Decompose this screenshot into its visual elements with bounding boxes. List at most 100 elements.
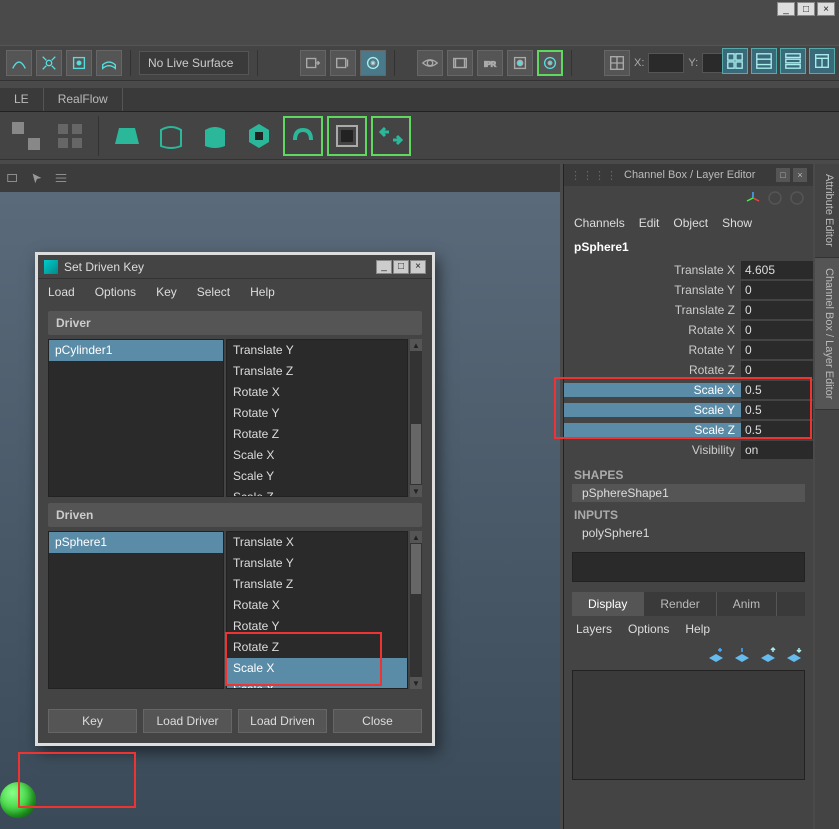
fluid-playback-icon[interactable] xyxy=(327,116,367,156)
window-max-button[interactable]: □ xyxy=(797,2,815,16)
list-item[interactable]: Translate Z xyxy=(227,361,407,382)
render-icon[interactable] xyxy=(507,50,533,76)
channel-value-input[interactable] xyxy=(741,301,813,319)
load-driver-button[interactable]: Load Driver xyxy=(143,709,232,733)
channel-value-input[interactable] xyxy=(741,281,813,299)
scroll-thumb[interactable] xyxy=(411,544,421,594)
channel-value-input[interactable] xyxy=(741,341,813,359)
menu-select[interactable]: Select xyxy=(197,285,230,299)
scroll-up-icon[interactable]: ▲ xyxy=(410,339,422,351)
load-driven-button[interactable]: Load Driven xyxy=(238,709,327,733)
live-surface-field[interactable]: No Live Surface xyxy=(139,51,249,75)
fluid-container-icon[interactable] xyxy=(151,116,191,156)
tab-anim[interactable]: Anim xyxy=(717,592,777,616)
menu-object[interactable]: Object xyxy=(673,216,708,230)
channel-value-input[interactable] xyxy=(741,261,813,279)
render-target-icon[interactable] xyxy=(537,50,563,76)
fluid-connect-icon[interactable] xyxy=(283,116,323,156)
key-button[interactable]: Key xyxy=(48,709,137,733)
channel-label[interactable]: Scale Y xyxy=(564,403,741,417)
tab-render[interactable]: Render xyxy=(644,592,716,616)
channel-label[interactable]: Rotate X xyxy=(564,323,741,337)
list-item[interactable]: Translate Y xyxy=(227,553,407,574)
scroll-up-icon[interactable]: ▲ xyxy=(410,531,422,543)
menu-channels[interactable]: Channels xyxy=(574,216,625,230)
object-name[interactable]: pSphere1 xyxy=(564,236,813,258)
menu-load[interactable]: Load xyxy=(48,285,75,299)
scrollbar[interactable]: ▲ ▼ xyxy=(410,531,422,689)
eye-icon[interactable] xyxy=(417,50,443,76)
driver-attr-list[interactable]: Translate YTranslate ZRotate XRotate YRo… xyxy=(226,339,408,497)
list-item[interactable]: Scale Y xyxy=(227,679,407,689)
coord-x-input[interactable] xyxy=(648,53,684,73)
window-close-button[interactable]: × xyxy=(817,2,835,16)
snap-grid-icon[interactable] xyxy=(66,50,92,76)
tab-display[interactable]: Display xyxy=(572,592,644,616)
side-tab-attribute-editor[interactable]: Attribute Editor xyxy=(815,164,839,258)
list-item[interactable]: Translate X xyxy=(227,532,407,553)
list-item[interactable]: Translate Z xyxy=(227,574,407,595)
window-min-button[interactable]: _ xyxy=(777,2,795,16)
panel-layout-icon[interactable] xyxy=(604,50,630,76)
shelf-grid-icon[interactable] xyxy=(50,116,90,156)
list-item[interactable]: Rotate Z xyxy=(227,424,407,445)
expression-field[interactable] xyxy=(572,552,805,582)
list-item[interactable]: Scale X xyxy=(227,445,407,466)
channel-value-input[interactable] xyxy=(741,421,813,439)
construction-history-icon[interactable] xyxy=(300,50,326,76)
list-item[interactable]: Translate Y xyxy=(227,340,407,361)
list-item[interactable]: Scale Z xyxy=(227,487,407,497)
list-item[interactable]: Rotate X xyxy=(227,595,407,616)
menu-show[interactable]: Show xyxy=(722,216,752,230)
panel-layout-icon[interactable] xyxy=(751,48,777,74)
list-item[interactable]: Rotate Y xyxy=(227,616,407,637)
object-sphere[interactable] xyxy=(0,782,36,818)
menu-help[interactable]: Help xyxy=(685,622,710,636)
vp-camera-icon[interactable] xyxy=(4,169,22,187)
channel-label[interactable]: Visibility xyxy=(564,443,741,457)
tab-realflow[interactable]: RealFlow xyxy=(44,88,123,111)
channel-value-input[interactable] xyxy=(741,401,813,419)
input-name[interactable]: polySphere1 xyxy=(564,524,813,542)
dialog-min-button[interactable]: _ xyxy=(376,260,392,274)
tab-le[interactable]: LE xyxy=(0,88,44,111)
scroll-down-icon[interactable]: ▼ xyxy=(410,677,422,689)
menu-edit[interactable]: Edit xyxy=(639,216,660,230)
panel-dock-icon[interactable]: □ xyxy=(776,168,790,182)
snap-surface-icon[interactable] xyxy=(96,50,122,76)
driven-attr-list[interactable]: Translate XTranslate YTranslate ZRotate … xyxy=(226,531,408,689)
fluid-solver-icon[interactable] xyxy=(239,116,279,156)
menu-help[interactable]: Help xyxy=(250,285,275,299)
side-tab-channel-box[interactable]: Channel Box / Layer Editor xyxy=(815,258,839,410)
snap-curve-icon[interactable] xyxy=(6,50,32,76)
channel-label[interactable]: Rotate Y xyxy=(564,343,741,357)
list-item[interactable]: Rotate Z xyxy=(227,637,407,658)
circle-icon[interactable] xyxy=(767,190,783,206)
channel-value-input[interactable] xyxy=(741,321,813,339)
vp-select-icon[interactable] xyxy=(28,169,46,187)
drag-handle-icon[interactable]: ⋮⋮⋮⋮ xyxy=(570,169,618,182)
dialog-max-button[interactable]: □ xyxy=(393,260,409,274)
menu-options[interactable]: Options xyxy=(95,285,136,299)
layer-new-icon[interactable] xyxy=(707,646,725,662)
scroll-thumb[interactable] xyxy=(411,424,421,484)
driven-object-list[interactable]: pSphere1 xyxy=(48,531,224,689)
channel-box-icon[interactable] xyxy=(809,48,835,74)
list-item[interactable]: Rotate Y xyxy=(227,403,407,424)
layers-list[interactable] xyxy=(572,670,805,780)
shape-name[interactable]: pSphereShape1 xyxy=(572,484,805,502)
channel-value-input[interactable] xyxy=(741,381,813,399)
channel-value-input[interactable] xyxy=(741,361,813,379)
layer-add-icon[interactable] xyxy=(733,646,751,662)
list-item[interactable]: Scale X xyxy=(227,658,407,679)
close-button[interactable]: Close xyxy=(333,709,422,733)
channel-label[interactable]: Translate Z xyxy=(564,303,741,317)
channel-label[interactable]: Translate X xyxy=(564,263,741,277)
scrollbar[interactable]: ▲ ▼ xyxy=(410,339,422,497)
fluid-killvol-icon[interactable] xyxy=(195,116,235,156)
layer-down-icon[interactable] xyxy=(785,646,803,662)
shelf-layout-icon[interactable] xyxy=(6,116,46,156)
fluid-swap-icon[interactable] xyxy=(371,116,411,156)
scroll-down-icon[interactable]: ▼ xyxy=(410,485,422,497)
layer-up-icon[interactable] xyxy=(759,646,777,662)
